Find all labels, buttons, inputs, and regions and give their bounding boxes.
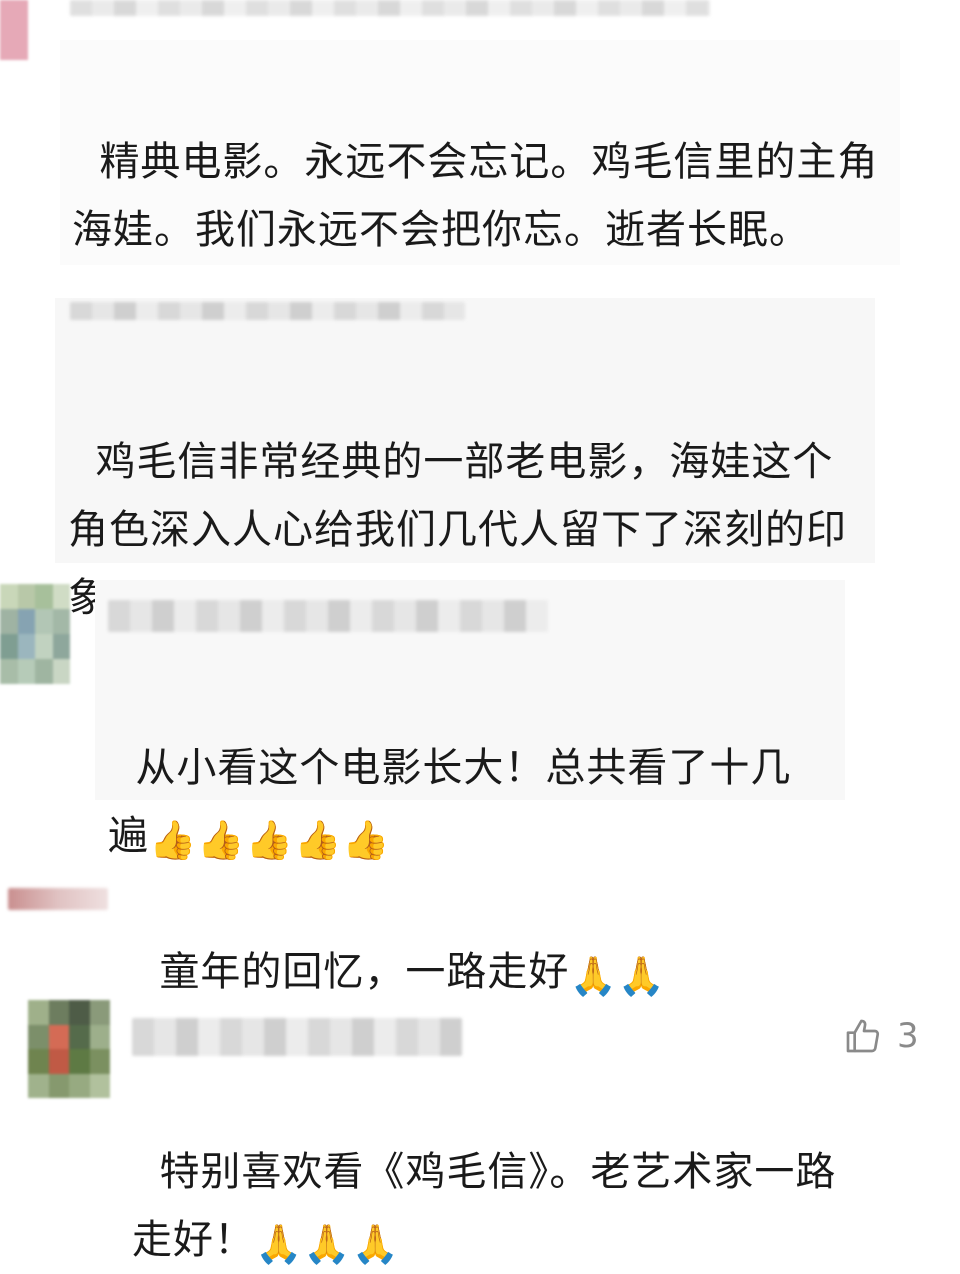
like-button[interactable]: 3	[843, 1016, 919, 1056]
blurred-username	[132, 1018, 462, 1056]
thumbs-up-outline-icon	[846, 1019, 880, 1053]
blurred-username	[108, 600, 548, 632]
avatar[interactable]	[0, 0, 28, 60]
comment-text: 从小看这个电影长大！总共看了十几遍👍👍👍👍👍	[108, 666, 828, 870]
avatar[interactable]	[28, 1000, 110, 1098]
comment-text: 特别喜欢看《鸡毛信》。老艺术家一路走好！🙏🙏🙏	[132, 1070, 872, 1274]
comment-body: 精典电影。永远不会忘记。鸡毛信里的主角海娃。我们永远不会把你忘。逝者长眠。	[72, 139, 879, 253]
emoji-group: 🙏🙏🙏	[255, 1222, 400, 1266]
emoji-group: 👍👍👍👍👍	[149, 818, 391, 862]
blurred-username	[8, 888, 108, 910]
comment-text: 童年的回忆，一路走好🙏🙏	[132, 870, 912, 1006]
emoji-group: 🙏🙏	[569, 954, 667, 998]
like-count: 3	[897, 1016, 919, 1056]
avatar[interactable]	[0, 584, 70, 684]
comment-body: 特别喜欢看《鸡毛信》。老艺术家一路走好！	[132, 1149, 837, 1263]
blurred-username	[70, 0, 710, 16]
comment-text: 精典电影。永远不会忘记。鸡毛信里的主角海娃。我们永远不会把你忘。逝者长眠。	[72, 60, 892, 264]
comment-body: 童年的回忆，一路走好	[159, 949, 570, 995]
blurred-username	[70, 302, 465, 320]
